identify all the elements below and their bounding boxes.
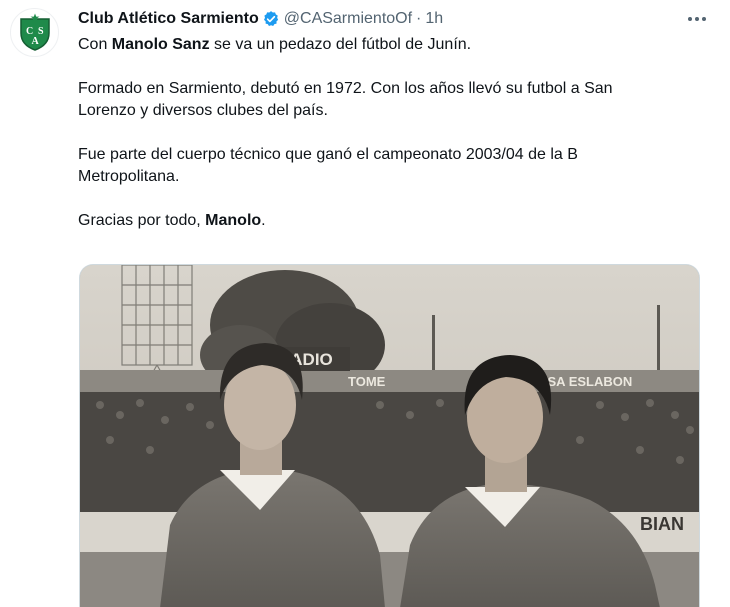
- tweet-header: Club Atlético Sarmiento @CASarmientoOf ·…: [78, 8, 710, 30]
- photo-sign-tome: TOME: [348, 374, 386, 389]
- bold-name: Manolo Sanz: [111, 36, 210, 53]
- tweet-timestamp[interactable]: 1h: [425, 10, 443, 28]
- avatar[interactable]: C S A: [10, 8, 59, 57]
- bold-name: Manolo: [205, 212, 262, 229]
- author-display-name[interactable]: Club Atlético Sarmiento: [78, 10, 259, 28]
- photo-illustration: RADIO TOME MESA ESLABON Lo BIAN: [80, 265, 699, 607]
- tweet-paragraph-4: Gracias por todo, Manolo.: [78, 212, 266, 229]
- tweet-text: Con Manolo Sanz se va un pedazo del fútb…: [78, 34, 698, 254]
- tweet-photo[interactable]: RADIO TOME MESA ESLABON Lo BIAN: [79, 264, 700, 607]
- club-crest-icon: C S A: [19, 13, 50, 51]
- more-options-icon[interactable]: [684, 8, 710, 30]
- tweet-paragraph-3: Fue parte del cuerpo técnico que ganó el…: [78, 146, 578, 185]
- crest-letter-a: A: [31, 36, 39, 47]
- author-handle[interactable]: @CASarmientoOf: [284, 10, 412, 28]
- photo-sign-bian: BIAN: [640, 514, 684, 534]
- crest-letter-s: S: [38, 26, 44, 37]
- separator-dot: ·: [416, 10, 422, 27]
- tweet-paragraph-1: Con Manolo Sanz se va un pedazo del fútb…: [78, 36, 472, 53]
- tweet-paragraph-2: Formado en Sarmiento, debutó en 1972. Co…: [78, 80, 613, 119]
- verified-badge-icon: [262, 10, 280, 28]
